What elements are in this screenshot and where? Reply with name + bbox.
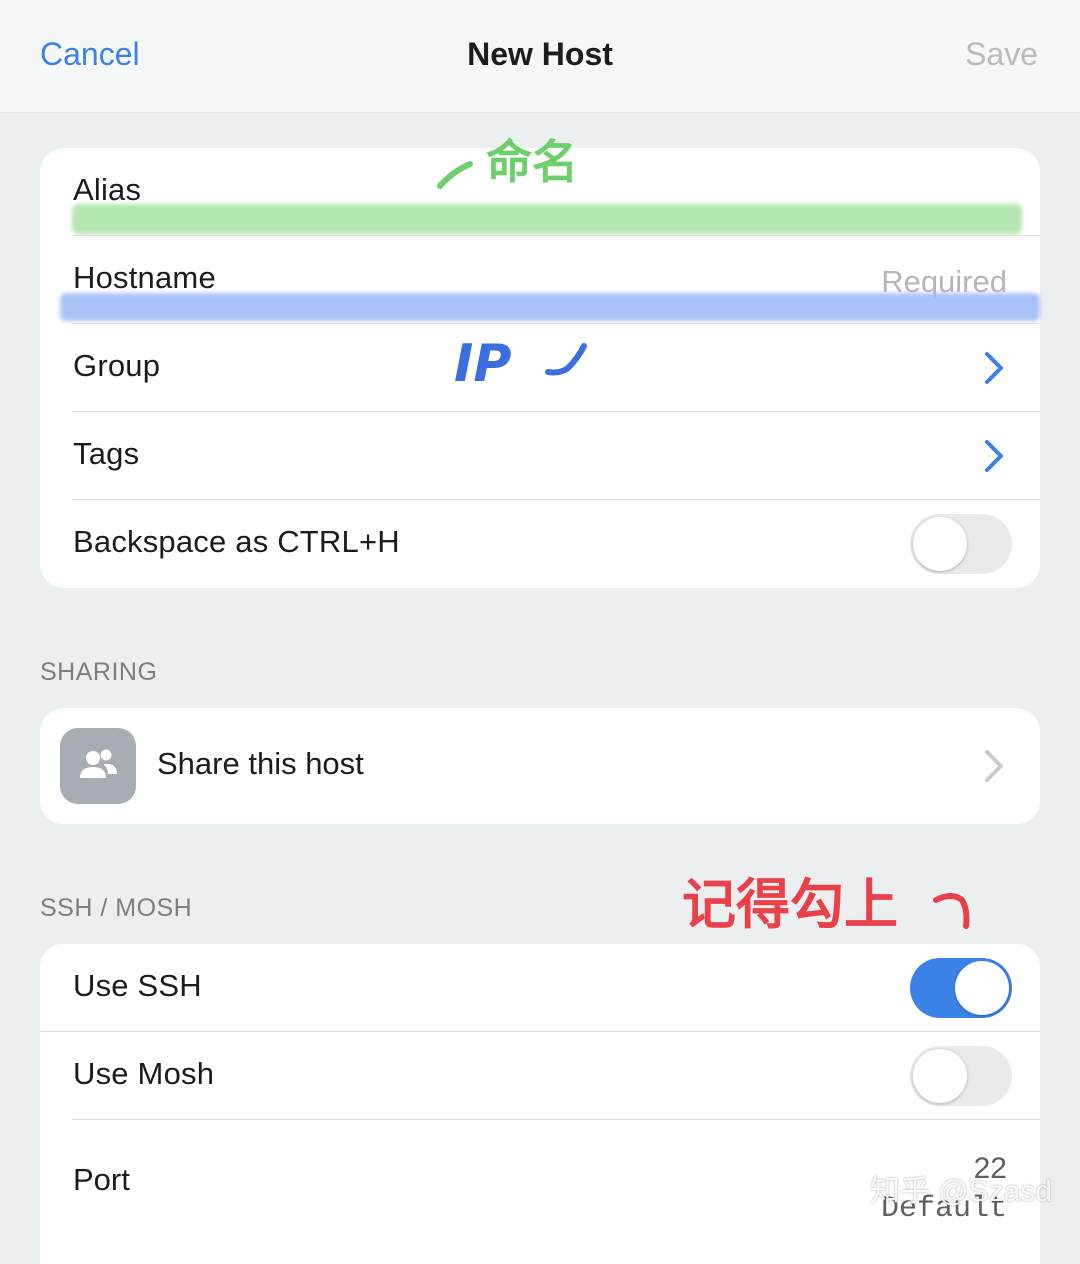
backspace-label: Backspace as CTRL+H xyxy=(73,524,400,559)
people-icon xyxy=(60,728,136,804)
share-host-label: Share this host xyxy=(157,746,364,781)
use-mosh-label: Use Mosh xyxy=(73,1056,215,1091)
red-stroke-mark xyxy=(933,893,970,929)
chevron-right-icon xyxy=(985,352,1003,384)
hostname-label: Hostname xyxy=(73,260,216,295)
tags-row[interactable]: Tags xyxy=(40,412,1040,500)
group-row[interactable]: Group xyxy=(40,324,1040,412)
nav-bar: Cancel New Host Save xyxy=(0,0,1080,113)
use-ssh-toggle[interactable] xyxy=(910,958,1012,1018)
green-stroke-mark xyxy=(437,161,473,189)
use-ssh-label: Use SSH xyxy=(73,968,202,1003)
ssh-annotation: 记得勾上 xyxy=(682,873,898,936)
backspace-toggle[interactable] xyxy=(910,514,1012,574)
use-mosh-row: Use Mosh xyxy=(40,1032,1040,1120)
chevron-right-icon xyxy=(985,750,1003,782)
alias-highlight-mark xyxy=(72,204,1022,234)
save-button[interactable]: Save xyxy=(965,36,1038,73)
ssh-card: Use SSH Use Mosh Port 22 Default xyxy=(40,944,1040,1264)
backspace-row: Backspace as CTRL+H xyxy=(40,500,1040,588)
watermark: 知乎 @Szasd xyxy=(869,1175,1052,1208)
sharing-card: Share this host xyxy=(40,708,1040,824)
hostname-highlight-mark xyxy=(60,293,1040,321)
port-label: Port xyxy=(73,1162,130,1197)
group-label: Group xyxy=(73,348,161,383)
sharing-section-header: SHARING xyxy=(40,658,158,686)
tags-label: Tags xyxy=(73,436,140,471)
page-title: New Host xyxy=(467,36,613,72)
chevron-right-icon xyxy=(985,440,1003,472)
alias-annotation: 命名 xyxy=(486,135,578,189)
alias-label: Alias xyxy=(73,172,142,207)
ssh-section-header: SSH / MOSH xyxy=(40,894,193,922)
blue-stroke-mark xyxy=(545,343,587,376)
share-host-row[interactable]: Share this host xyxy=(40,708,1040,824)
use-ssh-row: Use SSH xyxy=(40,944,1040,1032)
hostname-annotation: IP xyxy=(454,334,512,394)
use-mosh-toggle[interactable] xyxy=(910,1046,1012,1106)
